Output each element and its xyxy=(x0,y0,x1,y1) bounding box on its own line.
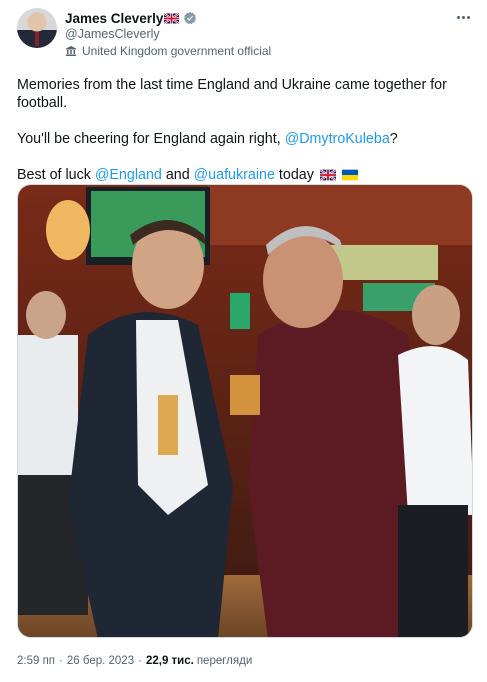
views-count: 22,9 тис. xyxy=(145,655,194,667)
tweet-time[interactable]: 2:59 пп xyxy=(17,655,55,667)
tweet-line-1: Memories from the last time England and … xyxy=(17,77,447,111)
government-label: United Kingdom government official xyxy=(65,44,271,58)
meta-separator-2: · xyxy=(138,655,142,667)
tweet-line-3-suffix: today xyxy=(274,167,314,183)
tweet-line-3-text: Best of luck xyxy=(17,167,95,183)
photo-illustration xyxy=(18,185,472,637)
tweet-line-2-text: You'll be cheering for England again rig… xyxy=(17,131,285,147)
tweet-card: James Cleverly @JamesCleverly United Kin… xyxy=(0,0,487,682)
views-label: перегляди xyxy=(196,655,253,667)
more-options-button[interactable] xyxy=(453,10,473,24)
tweet-meta: 2:59 пп · 26 бер. 2023 · 22,9 тис. перег… xyxy=(17,655,252,667)
tweet-line-2: You'll be cheering for England again rig… xyxy=(17,130,467,148)
mention-uafukraine[interactable]: @uafukraine xyxy=(194,167,275,183)
author-name-row: James Cleverly xyxy=(65,9,197,27)
mention-england[interactable]: @England xyxy=(95,167,162,183)
meta-separator: · xyxy=(59,655,63,667)
uk-flag-icon xyxy=(164,12,180,24)
tweet-line-3-middle: and xyxy=(161,167,194,183)
author-handle[interactable]: @JamesCleverly xyxy=(65,27,160,41)
more-options-icon xyxy=(456,15,460,19)
tweet-line-3: Best of luck @England and @uafukraine to… xyxy=(17,166,467,184)
government-label-text: United Kingdom government official xyxy=(82,44,272,58)
tweet-date[interactable]: 26 бер. 2023 xyxy=(67,655,134,667)
more-dot xyxy=(466,15,470,19)
author-display-name[interactable]: James Cleverly xyxy=(65,11,163,26)
verified-badge-icon xyxy=(184,11,197,25)
uk-flag-icon xyxy=(319,169,336,181)
government-building-icon xyxy=(66,46,76,56)
tweet-line-2-suffix: ? xyxy=(389,131,398,147)
ukraine-flag-icon xyxy=(341,169,358,181)
tweet-photo[interactable] xyxy=(17,184,473,638)
more-dot xyxy=(461,15,465,19)
avatar[interactable] xyxy=(17,8,57,48)
mention-dmytrokuleba[interactable]: @DmytroKuleba xyxy=(285,131,390,147)
